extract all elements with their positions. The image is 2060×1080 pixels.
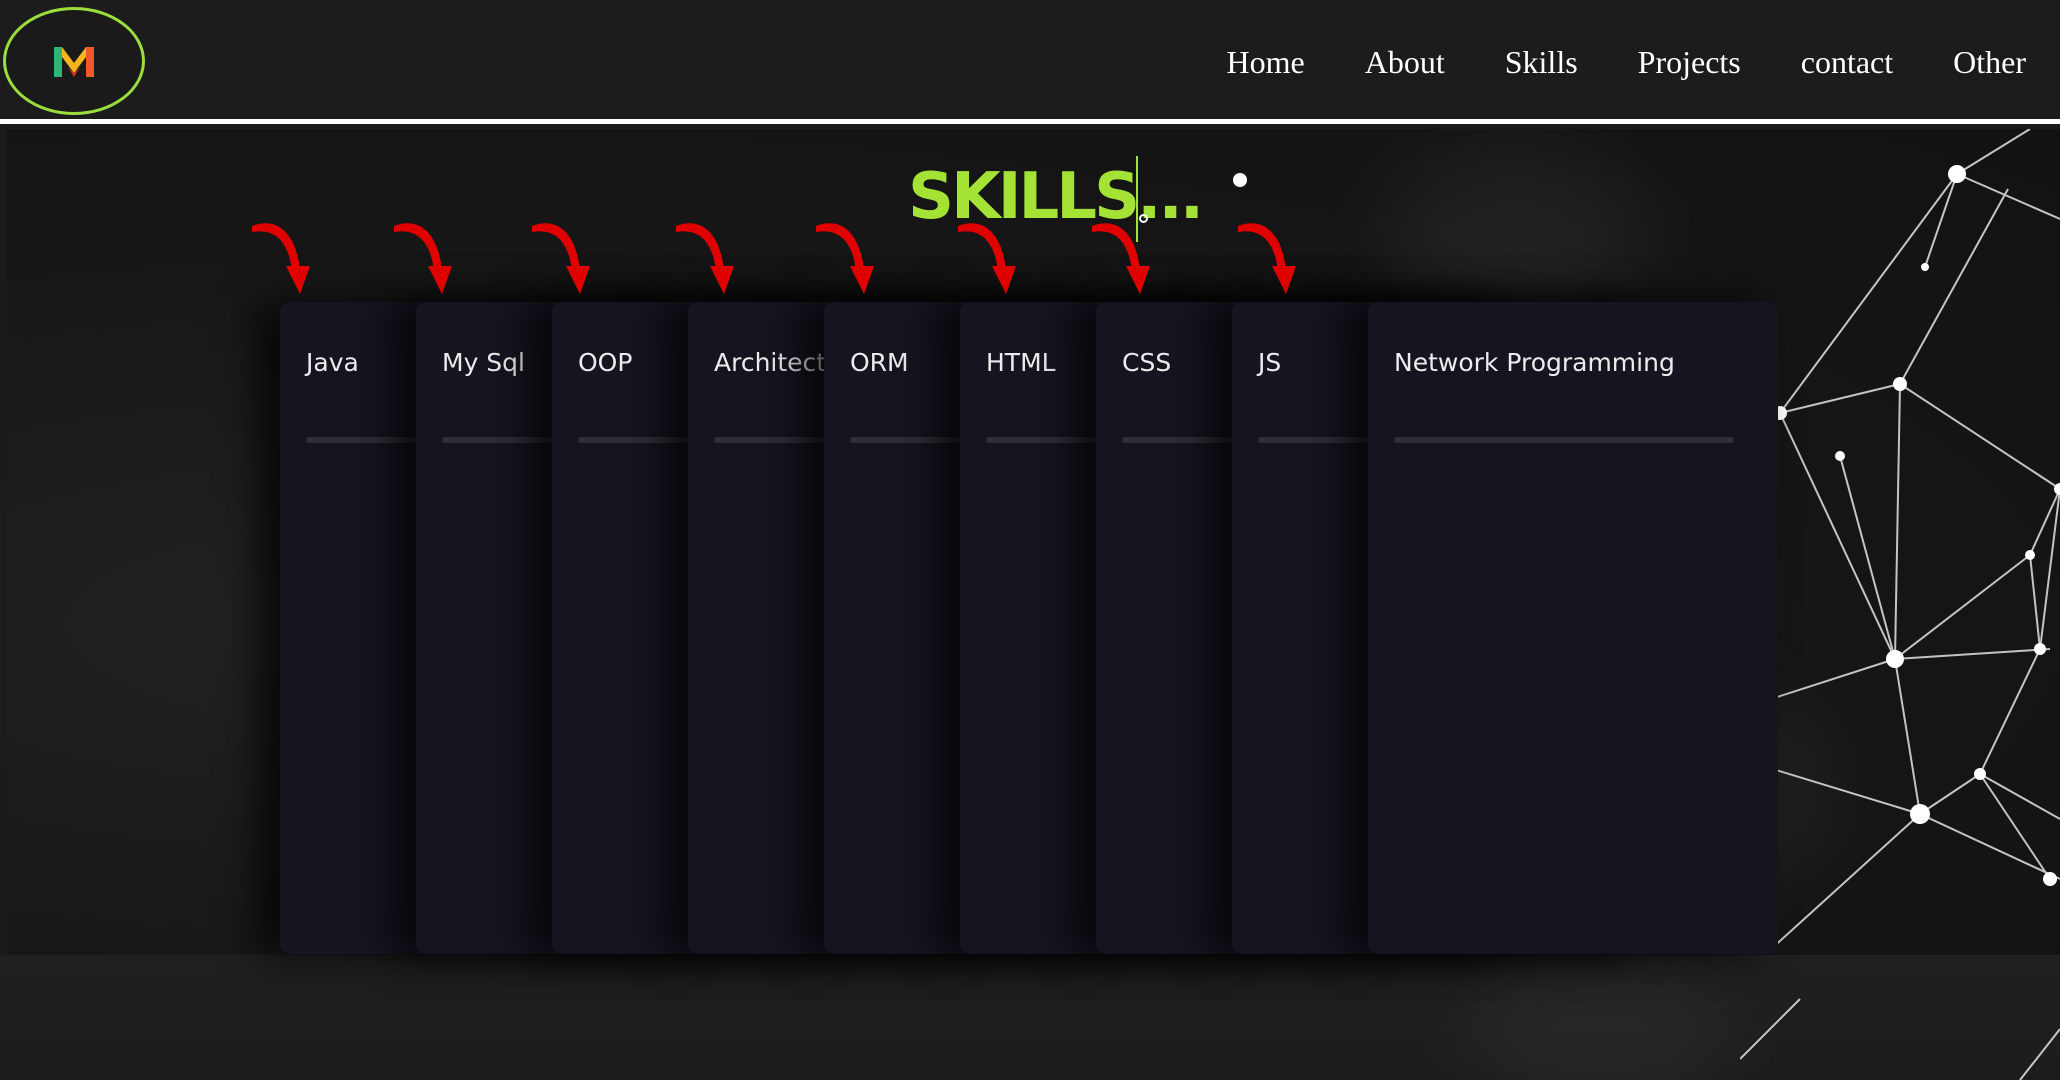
nav-other-link[interactable]: Other [1953, 44, 2026, 81]
curved-arrow-down-icon [816, 223, 874, 294]
m-logo-icon [54, 47, 94, 77]
curved-arrow-down-icon [958, 223, 1016, 294]
skill-card-label: JS [1258, 348, 1282, 377]
skill-card-network-programming[interactable]: Network Programming [1368, 302, 1778, 954]
main-nav: Home About Skills Projects contact Other [1167, 0, 2026, 124]
curved-arrow-down-icon [394, 223, 452, 294]
nav-skills-link[interactable]: Skills [1505, 44, 1578, 81]
top-navbar: Home About Skills Projects contact Other [0, 0, 2060, 124]
bg-haze [1460, 975, 1740, 1080]
skill-progress-track [1394, 437, 1734, 443]
skill-card-label: Architectu [714, 348, 842, 377]
skill-card-label: Network Programming [1394, 348, 1675, 377]
skill-card-label: OOP [578, 348, 633, 377]
skill-card-label: ORM [850, 348, 909, 377]
skill-card-label: HTML [986, 348, 1056, 377]
skill-card-label: My Sql [442, 348, 525, 377]
site-logo[interactable] [3, 7, 145, 115]
curved-arrow-down-icon [1238, 223, 1296, 294]
skill-card-label: Java [306, 348, 359, 377]
nav-home-link[interactable]: Home [1227, 44, 1305, 81]
curved-arrow-down-icon [1092, 223, 1150, 294]
curved-arrow-down-icon [252, 223, 310, 294]
curved-arrow-down-icon [532, 223, 590, 294]
nav-contact-link[interactable]: contact [1801, 44, 1893, 81]
network-graphic [1740, 129, 2060, 1080]
nav-projects-link[interactable]: Projects [1638, 44, 1741, 81]
nav-about-link[interactable]: About [1365, 44, 1445, 81]
curved-arrow-down-icon [676, 223, 734, 294]
skill-card-label: CSS [1122, 348, 1172, 377]
sparkle-dot [1233, 173, 1247, 187]
